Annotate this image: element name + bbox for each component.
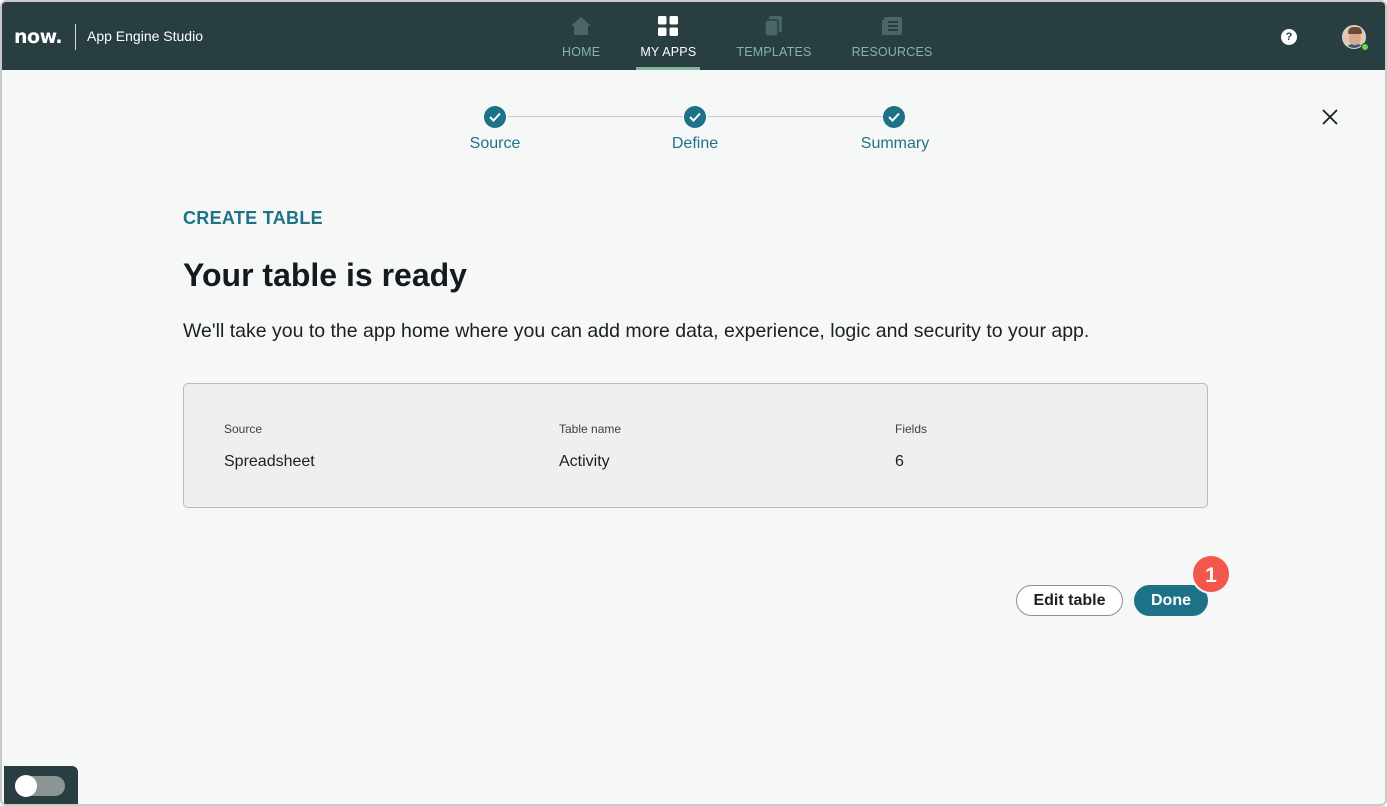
- nav-resources-label: RESOURCES: [851, 45, 933, 59]
- close-icon[interactable]: [1318, 105, 1342, 129]
- presence-indicator: [1361, 43, 1369, 51]
- logo-divider: [75, 24, 76, 50]
- templates-icon: [761, 13, 787, 39]
- page-description: We'll take you to the app home where you…: [183, 320, 1090, 342]
- nav-home-label: HOME: [562, 45, 601, 59]
- step-callout-badge: 1: [1191, 554, 1231, 594]
- step-source-check-icon: [484, 106, 506, 128]
- grid-icon: [655, 13, 681, 39]
- avatar-hair: [1348, 27, 1362, 34]
- mode-toggle[interactable]: [15, 775, 65, 797]
- nav-resources[interactable]: RESOURCES: [832, 2, 953, 70]
- summary-table-name-label: Table name: [559, 422, 622, 436]
- summary-source-value: Spreadsheet: [224, 453, 315, 470]
- resources-icon: [879, 13, 905, 39]
- summary-fields-value: 6: [895, 453, 904, 470]
- nav-templates[interactable]: TEMPLATES: [716, 2, 831, 70]
- top-bar: now. App Engine Studio HOME MY APPS TEMP…: [2, 2, 1385, 70]
- main-nav: HOME MY APPS TEMPLATES RESOURCES: [542, 2, 953, 70]
- step-source-label: Source: [469, 135, 521, 152]
- summary-table-name-value: Activity: [559, 453, 610, 470]
- section-eyebrow: CREATE TABLE: [183, 208, 323, 228]
- edit-table-button[interactable]: Edit table: [1016, 585, 1123, 616]
- nav-my-apps[interactable]: MY APPS: [620, 2, 716, 70]
- toggle-knob: [15, 775, 37, 797]
- page-title: Your table is ready: [183, 257, 467, 293]
- app-window: now. App Engine Studio HOME MY APPS TEMP…: [0, 0, 1387, 806]
- toggle-dock: [4, 766, 78, 804]
- step-summary-check-icon: [883, 106, 905, 128]
- servicenow-logo[interactable]: now.: [14, 26, 63, 48]
- nav-templates-label: TEMPLATES: [736, 45, 812, 59]
- step-define-check-icon: [684, 106, 706, 128]
- step-define-label: Define: [671, 135, 719, 152]
- table-summary-card: Source Spreadsheet Table name Activity F…: [183, 383, 1208, 508]
- summary-fields-label: Fields: [895, 422, 928, 436]
- summary-source-label: Source: [224, 422, 263, 436]
- done-button[interactable]: Done: [1134, 585, 1208, 616]
- nav-my-apps-label: MY APPS: [640, 45, 697, 59]
- nav-home[interactable]: HOME: [542, 2, 620, 70]
- help-icon[interactable]: ?: [1281, 29, 1297, 45]
- stepper-connector: [707, 116, 883, 117]
- app-title: App Engine Studio: [87, 28, 203, 44]
- home-icon: [568, 13, 594, 39]
- stepper-connector: [507, 116, 683, 117]
- step-summary-label: Summary: [860, 135, 930, 152]
